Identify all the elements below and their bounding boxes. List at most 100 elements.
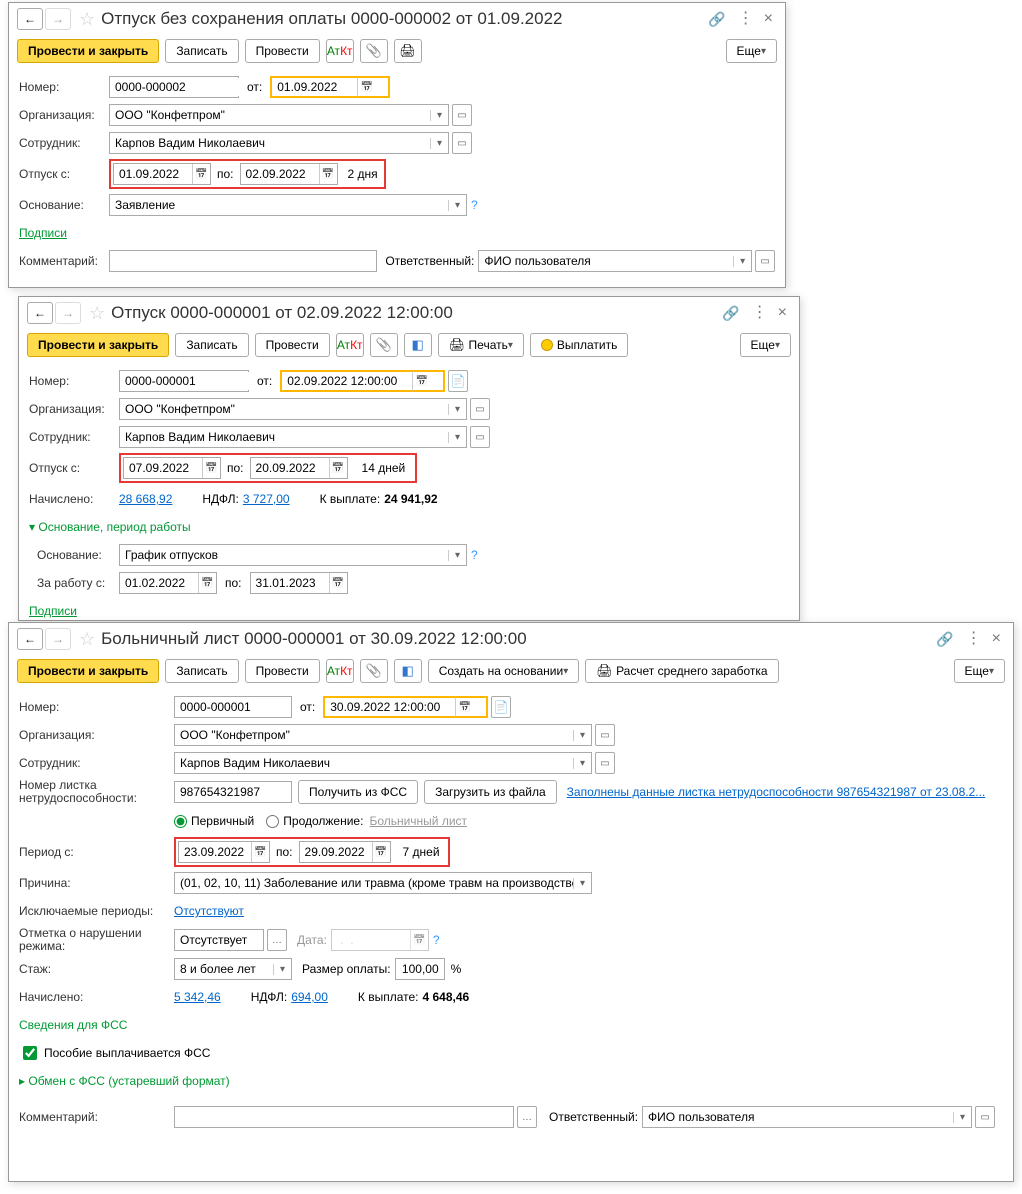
open-button[interactable]: ▭ [470, 398, 490, 420]
star-icon[interactable]: ☆ [79, 9, 95, 30]
star-icon[interactable]: ☆ [79, 629, 95, 650]
section-fss-exchange[interactable]: ▸ Обмен с ФСС (устаревший формат) [19, 1069, 1003, 1093]
dtct-button[interactable]: АтКт [326, 659, 354, 683]
org-select[interactable]: ООО "Конфетпром"▾ [119, 398, 467, 420]
save-button[interactable]: Записать [165, 39, 238, 63]
calendar-icon[interactable] [329, 573, 347, 593]
close-icon[interactable]: × [992, 630, 1001, 648]
open-button[interactable]: ▭ [452, 132, 472, 154]
sheet-input[interactable] [174, 781, 292, 803]
calc-avg-button[interactable]: Расчет среднего заработка [585, 659, 778, 683]
calendar-icon[interactable] [192, 164, 210, 184]
resp-select[interactable]: ФИО пользователя▾ [642, 1106, 972, 1128]
date-input[interactable] [270, 76, 390, 98]
ellipsis-button[interactable]: … [267, 929, 287, 951]
signatures-link[interactable]: Подписи [29, 604, 77, 618]
fss-paid-checkbox[interactable] [23, 1046, 37, 1060]
menu-icon[interactable]: ⋮ [752, 307, 768, 319]
link-icon[interactable]: 🔗 [708, 11, 725, 28]
save-button[interactable]: Записать [175, 333, 248, 357]
experience-select[interactable]: 8 и более лет▾ [174, 958, 292, 980]
calendar-icon[interactable] [202, 458, 220, 478]
date-to-input[interactable] [240, 163, 338, 185]
more-button[interactable]: Еще [726, 39, 777, 63]
help-icon[interactable]: ? [433, 933, 440, 947]
close-icon[interactable]: × [764, 10, 773, 28]
link-icon[interactable]: 🔗 [722, 305, 739, 322]
nav-fwd-button[interactable]: → [45, 8, 71, 30]
attach-button[interactable] [360, 659, 388, 683]
signatures-link[interactable]: Подписи [19, 226, 67, 240]
post-close-button[interactable]: Провести и закрыть [17, 659, 159, 683]
date-input[interactable] [323, 696, 488, 718]
comment-input[interactable] [174, 1106, 514, 1128]
reason-select[interactable]: (01, 02, 10, 11) Заболевание или травма … [174, 872, 592, 894]
save-button[interactable]: Записать [165, 659, 238, 683]
org-select[interactable]: ООО "Конфетпром"▾ [174, 724, 592, 746]
get-fss-button[interactable]: Получить из ФСС [298, 780, 418, 804]
accrued-link[interactable]: 5 342,46 [174, 990, 221, 1004]
comment-input[interactable] [109, 250, 378, 272]
attach-button[interactable] [370, 333, 398, 357]
link-icon[interactable]: 🔗 [936, 631, 953, 648]
doc-button[interactable] [491, 696, 511, 718]
nav-fwd-button[interactable]: → [55, 302, 81, 324]
attach-button[interactable] [360, 39, 388, 63]
basis-select[interactable]: График отпусков▾ [119, 544, 467, 566]
open-button[interactable]: ▭ [595, 724, 615, 746]
number-input[interactable] [109, 76, 239, 98]
help-icon[interactable]: ? [471, 198, 478, 212]
create-based-button[interactable]: Создать на основании [428, 659, 580, 683]
open-button[interactable]: ▭ [595, 752, 615, 774]
nav-back-button[interactable]: ← [17, 628, 43, 650]
work-from-input[interactable] [119, 572, 217, 594]
org-select[interactable]: ООО "Конфетпром"▾ [109, 104, 449, 126]
nav-back-button[interactable]: ← [17, 8, 43, 30]
struct-button[interactable] [394, 659, 422, 683]
more-button[interactable]: Еще [954, 659, 1005, 683]
rate-input[interactable] [395, 958, 445, 980]
excluded-link[interactable]: Отсутствуют [174, 904, 244, 918]
calendar-icon[interactable] [372, 842, 390, 862]
nav-fwd-button[interactable]: → [45, 628, 71, 650]
continuation-radio[interactable] [266, 815, 279, 828]
post-button[interactable]: Провести [245, 39, 320, 63]
open-button[interactable]: ▭ [470, 426, 490, 448]
open-button[interactable]: ▭ [755, 250, 775, 272]
calendar-icon[interactable] [412, 371, 430, 391]
doc-button[interactable] [448, 370, 468, 392]
date-from-input[interactable] [113, 163, 211, 185]
print-button[interactable]: Печать [438, 333, 524, 357]
date-from-input[interactable] [123, 457, 221, 479]
struct-button[interactable] [404, 333, 432, 357]
post-button[interactable]: Провести [255, 333, 330, 357]
emp-select[interactable]: Карпов Вадим Николаевич▾ [109, 132, 449, 154]
number-input[interactable] [119, 370, 249, 392]
menu-icon[interactable]: ⋮ [966, 633, 982, 645]
calendar-icon[interactable] [455, 697, 473, 717]
load-file-button[interactable]: Загрузить из файла [424, 780, 557, 804]
print-button[interactable] [394, 39, 422, 63]
date-input[interactable] [280, 370, 445, 392]
menu-icon[interactable]: ⋮ [738, 13, 754, 25]
open-button[interactable]: ▭ [452, 104, 472, 126]
calendar-icon[interactable] [198, 573, 216, 593]
date-to-input[interactable] [250, 457, 348, 479]
more-button[interactable]: Еще [740, 333, 791, 357]
star-icon[interactable]: ☆ [89, 303, 105, 324]
resp-select[interactable]: ФИО пользователя▾ [478, 250, 752, 272]
ndfl-link[interactable]: 3 727,00 [243, 492, 290, 506]
calendar-icon[interactable] [251, 842, 269, 862]
close-icon[interactable]: × [778, 304, 787, 322]
ndfl-link[interactable]: 694,00 [291, 990, 328, 1004]
period-from-input[interactable] [178, 841, 270, 863]
primary-radio[interactable] [174, 815, 187, 828]
number-input[interactable] [174, 696, 292, 718]
post-button[interactable]: Провести [245, 659, 320, 683]
open-button[interactable]: ▭ [975, 1106, 995, 1128]
section-basis[interactable]: ▾ Основание, период работы [29, 515, 789, 539]
violation-input[interactable] [174, 929, 264, 951]
post-close-button[interactable]: Провести и закрыть [17, 39, 159, 63]
emp-select[interactable]: Карпов Вадим Николаевич▾ [174, 752, 592, 774]
post-close-button[interactable]: Провести и закрыть [27, 333, 169, 357]
